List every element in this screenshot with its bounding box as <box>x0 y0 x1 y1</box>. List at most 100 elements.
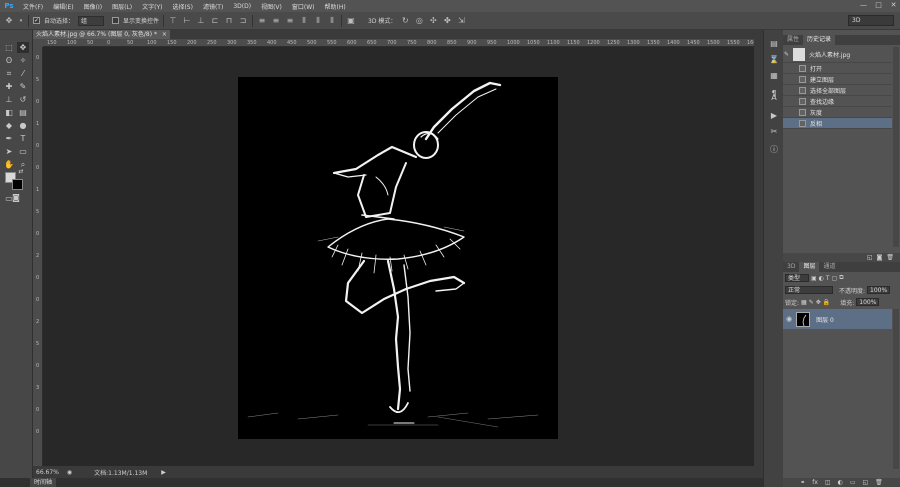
history-scrollbar[interactable] <box>893 47 899 247</box>
distribute-hcenter-icon[interactable]: ⦀ <box>313 16 323 26</box>
brush-tool-icon[interactable]: ✎ <box>17 81 29 92</box>
new-group-icon[interactable]: ▭ <box>850 478 856 487</box>
history-item-selected[interactable]: 反相 <box>783 118 892 129</box>
eyedropper-icon[interactable]: ⁄ <box>17 68 29 79</box>
link-layers-icon[interactable]: ⚭ <box>800 478 805 487</box>
status-icon[interactable]: ◉ <box>67 469 72 476</box>
3d-scale-icon[interactable]: ⇲ <box>456 16 466 26</box>
menu-select[interactable]: 选择(S) <box>167 2 198 11</box>
3d-slide-icon[interactable]: ✤ <box>442 16 452 26</box>
gradient-tool-icon[interactable]: ▤ <box>17 107 29 118</box>
history-item[interactable]: 查找边缘 <box>783 96 892 107</box>
history-item[interactable]: 建立图层 <box>783 74 892 85</box>
close-button[interactable]: ✕ <box>889 1 898 10</box>
layer-visibility-eye-icon[interactable]: ◉ <box>786 315 792 323</box>
properties-icon[interactable]: ▤ <box>768 38 780 49</box>
menu-help[interactable]: 帮助(H) <box>320 2 351 11</box>
filter-adjust-icon[interactable]: ◐ <box>819 275 824 282</box>
adjustment-layer-icon[interactable]: ◐ <box>838 478 843 487</box>
lock-position-icon[interactable]: ✥ <box>816 299 821 306</box>
layer-filter-dropdown[interactable]: 类型 <box>785 274 809 282</box>
magic-wand-icon[interactable]: ✧ <box>17 55 29 66</box>
document-image[interactable] <box>238 77 558 439</box>
background-color-swatch[interactable] <box>12 179 23 190</box>
history-snapshot[interactable]: ✎ 火焰人素材.jpg <box>783 47 892 63</box>
menu-file[interactable]: 文件(F) <box>18 2 48 11</box>
menu-3d[interactable]: 3D(D) <box>228 3 256 10</box>
align-left-icon[interactable]: ⊏ <box>210 16 220 26</box>
align-right-icon[interactable]: ⊐ <box>238 16 248 26</box>
horizontal-ruler[interactable]: 150 100 50 0 50 100 150 200 250 300 350 400 450 500 55… <box>43 39 754 47</box>
distribute-top-icon[interactable]: ≡ <box>257 16 267 26</box>
lock-pixels-icon[interactable]: ✎ <box>809 299 814 306</box>
clone-stamp-icon[interactable]: ⊥ <box>3 94 15 105</box>
swatches-icon[interactable]: ▦ <box>768 70 780 81</box>
move-tool-icon[interactable]: ✥ <box>17 42 29 53</box>
lock-all-icon[interactable]: 🔒 <box>823 299 830 306</box>
show-transform-checkbox[interactable] <box>112 17 120 24</box>
filter-smart-icon[interactable]: ⧉ <box>839 274 843 282</box>
type-tool-icon[interactable]: T <box>17 133 29 144</box>
healing-brush-icon[interactable]: ✚ <box>3 81 15 92</box>
tab-layers[interactable]: 图层 <box>799 262 820 272</box>
tab-history[interactable]: 历史记录 <box>803 35 836 45</box>
crop-tool-icon[interactable]: ⌗ <box>3 68 15 79</box>
3d-roll-icon[interactable]: ◎ <box>414 16 424 26</box>
distribute-bottom-icon[interactable]: ≡ <box>285 16 295 26</box>
blur-tool-icon[interactable]: ◆ <box>3 120 15 131</box>
3d-drag-icon[interactable]: ✣ <box>428 16 438 26</box>
info-icon[interactable]: ⓘ <box>768 144 780 155</box>
history-item[interactable]: 灰度 <box>783 107 892 118</box>
move-tool-icon[interactable]: ✥ <box>4 16 14 26</box>
menu-layer[interactable]: 图层(L) <box>107 2 137 11</box>
3d-rotate-icon[interactable]: ↻ <box>400 16 410 26</box>
pen-tool-icon[interactable]: ✒ <box>3 133 15 144</box>
maximize-button[interactable]: □ <box>874 1 883 10</box>
tab-channels[interactable]: 通道 <box>819 262 839 272</box>
status-menu-arrow[interactable]: ▶ <box>161 469 166 476</box>
delete-state-icon[interactable]: 🗑 <box>886 253 894 262</box>
menu-edit[interactable]: 编辑(E) <box>48 2 78 11</box>
character-icon[interactable]: A <box>768 92 780 103</box>
menu-image[interactable]: 图像(I) <box>79 2 107 11</box>
hand-tool-icon[interactable]: ✋ <box>3 159 15 170</box>
filter-type-icon[interactable]: T <box>826 275 830 282</box>
filter-pixel-icon[interactable]: ▣ <box>811 275 817 282</box>
history-item[interactable]: 选择全部图层 <box>783 85 892 96</box>
layer-style-icon[interactable]: fx <box>812 478 818 487</box>
align-top-icon[interactable]: ⊤ <box>168 16 178 26</box>
vertical-ruler[interactable]: 0 5 0 1 0 0 1 5 0 2 0 0 2 5 0 3 0 0 <box>33 47 43 466</box>
close-tab-icon[interactable]: × <box>162 31 167 38</box>
menu-filter[interactable]: 滤镜(T) <box>198 2 228 11</box>
align-vcenter-icon[interactable]: ⊢ <box>182 16 192 26</box>
auto-select-dropdown[interactable]: 组 <box>78 15 105 26</box>
tab-3d[interactable]: 3D <box>783 262 799 272</box>
distribute-left-icon[interactable]: ⦀ <box>299 16 309 26</box>
eraser-tool-icon[interactable]: ◧ <box>3 107 15 118</box>
tools-preset-icon[interactable]: ✂ <box>768 126 780 137</box>
swap-colors-icon[interactable]: ⇄ <box>17 168 25 176</box>
delete-layer-icon[interactable]: 🗑 <box>875 478 883 487</box>
blend-mode-dropdown[interactable]: 正常 <box>785 286 833 294</box>
menu-view[interactable]: 视图(V) <box>256 2 287 11</box>
actions-icon[interactable]: ▶ <box>768 110 780 121</box>
layer-name[interactable]: 图层 0 <box>816 315 834 324</box>
history-item[interactable]: 打开 <box>783 63 892 74</box>
align-hcenter-icon[interactable]: ⊓ <box>224 16 234 26</box>
history-icon[interactable]: ⌛ <box>768 54 780 65</box>
new-layer-icon[interactable]: ◱ <box>863 478 869 487</box>
minimize-button[interactable]: — <box>859 1 868 10</box>
menu-window[interactable]: 窗口(W) <box>287 2 320 11</box>
shape-tool-icon[interactable]: ▭ <box>17 146 29 157</box>
add-mask-icon[interactable]: ◫ <box>825 478 831 487</box>
document-tab[interactable]: 火焰人素材.jpg @ 66.7% (图层 0, 灰色/8) * × <box>33 30 170 39</box>
dodge-tool-icon[interactable]: ● <box>17 120 29 131</box>
filter-shape-icon[interactable]: ▢ <box>832 275 838 282</box>
new-document-from-state-icon[interactable]: ◱ <box>867 253 873 262</box>
workspace-dropdown[interactable]: 3D <box>848 15 894 26</box>
auto-align-icon[interactable]: ▣ <box>346 16 356 26</box>
layer-row[interactable]: ◉ 图层 0 <box>783 309 892 329</box>
snapshot-brush-icon[interactable]: ✎ <box>784 51 789 58</box>
canvas-vertical-scrollbar[interactable] <box>754 39 763 466</box>
distribute-vcenter-icon[interactable]: ≡ <box>271 16 281 26</box>
